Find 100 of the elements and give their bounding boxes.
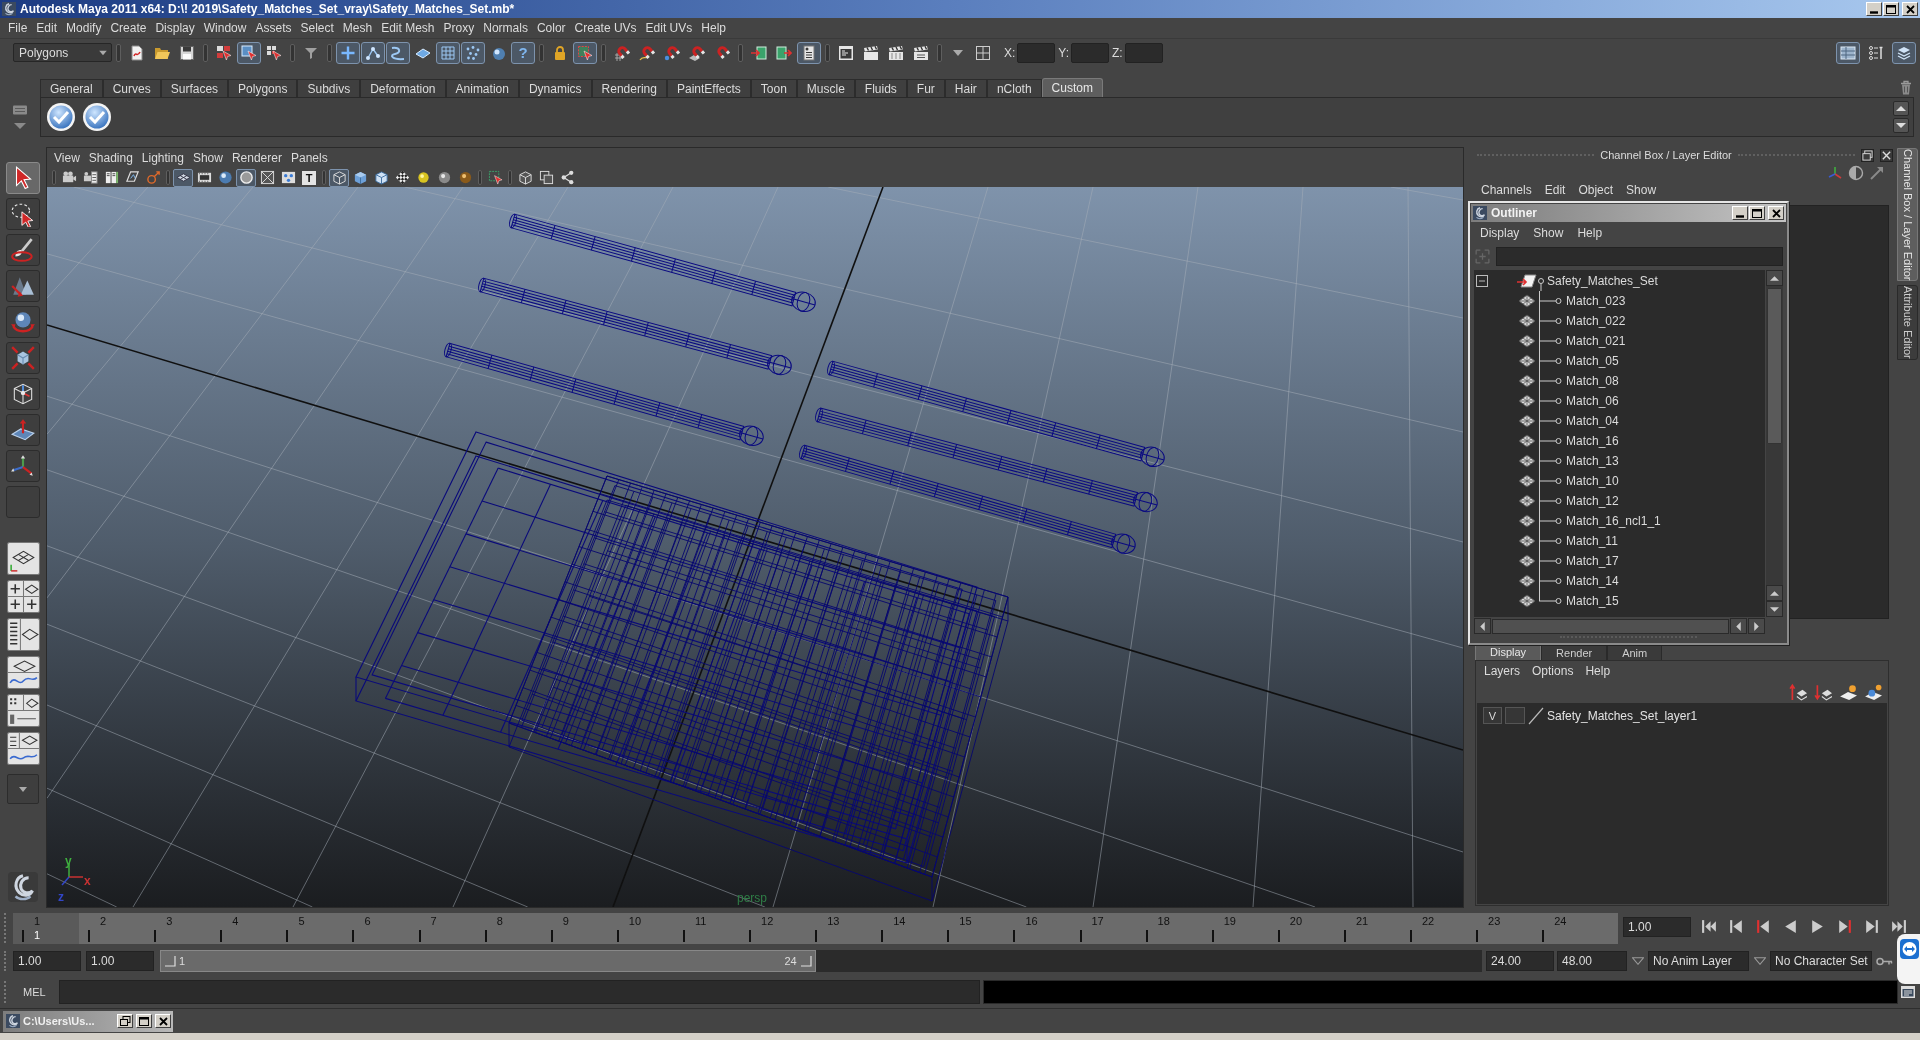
tool-button[interactable] [1836,41,1860,64]
menu-item[interactable]: Help [1577,226,1603,240]
stack-up-arrow-icon[interactable] [1789,683,1807,701]
script-editor-icon[interactable] [1900,985,1916,999]
menu-item[interactable]: Help [701,20,726,36]
shelf-tab[interactable]: Fluids [854,79,907,97]
coordinate-field[interactable] [1017,42,1056,63]
current-time-field[interactable]: 1.00 [1623,917,1691,937]
tool-button[interactable] [1892,41,1916,64]
playback-end-field[interactable]: 24.00 [1486,951,1554,971]
menu-item[interactable]: Proxy [443,20,475,36]
side-tab[interactable]: Channel Box / Layer Editor [1897,148,1918,282]
skip-to-end-icon[interactable] [1890,918,1907,935]
play-icon[interactable] [1809,918,1826,935]
more-layouts-button[interactable] [7,774,39,804]
tool-button[interactable] [361,41,385,64]
outliner-item[interactable]: Match_12 [1474,491,1765,511]
four-view-layout-icon[interactable] [6,580,40,613]
plane-sphere-icon[interactable] [1864,683,1882,701]
tool-button[interactable] [797,41,821,64]
scroll-up-button[interactable] [1766,270,1783,286]
scrollbar-thumb[interactable] [1767,288,1782,444]
half-circle-icon[interactable] [1848,165,1864,181]
menu-item[interactable]: Display [1480,226,1520,240]
scroll-left-button[interactable] [1474,618,1491,634]
layer-name[interactable]: Safety_Matches_Set_layer1 [1547,708,1698,723]
play-backward-icon[interactable] [1782,918,1799,935]
grip-handle[interactable] [539,43,544,62]
shelf-tab[interactable]: Subdivs [297,79,361,97]
maximize-button[interactable] [136,1014,152,1028]
grip-handle[interactable] [937,43,942,62]
menu-item[interactable]: Edit [1544,183,1566,197]
dotted-frame-icon[interactable] [1474,247,1491,265]
tool-button[interactable] [6,198,40,230]
tool-button[interactable] [329,168,349,187]
menu-item[interactable]: Modify [66,20,102,36]
outliner-item[interactable]: Match_15 [1474,591,1765,611]
menu-item[interactable]: Object [1578,183,1614,197]
menu-item[interactable]: Show [192,150,223,166]
maximize-button[interactable] [1749,206,1765,220]
menu-item[interactable]: Renderer [231,150,282,166]
outliner-item[interactable]: Match_022 [1474,311,1765,331]
shelf-tab[interactable]: Deformation [360,79,446,97]
minimize-button[interactable] [1732,206,1748,220]
outliner-item[interactable]: Safety_Matches_Set [1474,271,1765,291]
outliner-item[interactable]: Match_14 [1474,571,1765,591]
restore-button[interactable] [117,1014,133,1028]
multi-view-layout-icon[interactable] [6,732,40,765]
dropdown-arrow-icon[interactable] [1754,957,1766,965]
scroll-up-button[interactable] [1893,101,1909,116]
grip-handle[interactable] [327,43,332,62]
outliner-item[interactable]: Match_023 [1474,291,1765,311]
scroll-left-button[interactable] [1730,618,1747,634]
menu-item[interactable]: File [8,20,28,36]
playback-toggle[interactable] [1505,707,1525,724]
shelf-tab[interactable]: Curves [102,79,161,97]
step-back-icon[interactable] [1728,918,1745,935]
menu-item[interactable]: Layers [1484,664,1521,678]
menu-item[interactable]: Lighting [141,150,184,166]
menu-item[interactable]: Help [1585,664,1611,678]
coordinate-field[interactable] [1071,42,1110,63]
tool-button[interactable] [6,342,40,374]
tool-button[interactable] [6,270,40,302]
menu-item[interactable]: Mesh [342,20,373,36]
grip-handle[interactable] [825,43,830,62]
range-slider-bar[interactable]: 1 24 [160,950,816,972]
outliner-item[interactable]: Match_16 [1474,431,1765,451]
shelf-tab[interactable]: Hair [944,79,987,97]
shelf-tab[interactable]: General [40,79,103,97]
outliner-item[interactable]: Match_10 [1474,471,1765,491]
outliner-item[interactable]: Match_021 [1474,331,1765,351]
plane-dot-icon[interactable] [1839,683,1857,701]
start-time-field[interactable]: 1.00 [13,951,81,971]
menu-item[interactable]: Panels [290,150,328,166]
menu-item[interactable]: Edit Mesh [381,20,435,36]
trash-icon[interactable] [1898,79,1914,96]
grip-handle[interactable] [601,43,606,62]
menu-item[interactable]: Color [536,20,566,36]
axis-tripod-icon[interactable] [1827,165,1843,181]
menu-item[interactable]: Shading [88,150,133,166]
search-field[interactable] [1496,246,1783,266]
shelf-tab[interactable]: Toon [750,79,797,97]
shelf-tab[interactable]: Polygons [228,79,298,97]
tool-button[interactable] [6,234,40,266]
outliner-view-layout-icon[interactable] [6,618,40,651]
playback-start-field[interactable]: 1.00 [86,951,154,971]
collapse-toggle-icon[interactable] [1476,275,1488,287]
caret-icon[interactable] [12,120,28,132]
shelf-menu-icon[interactable] [12,103,28,117]
tool-button[interactable] [6,378,40,410]
step-forward-icon[interactable] [1863,918,1880,935]
grip-handle[interactable] [116,43,121,62]
outliner-item[interactable]: Match_11 [1474,531,1765,551]
outliner-item[interactable]: Match_04 [1474,411,1765,431]
next-key-icon[interactable] [1836,918,1853,935]
shelf-tab[interactable]: Fur [906,79,945,97]
skip-to-start-icon[interactable] [1701,918,1718,935]
menu-item[interactable]: Edit UVs [645,20,693,36]
shelf-tab[interactable]: Custom [1041,78,1103,97]
range-handle-icon[interactable] [164,955,176,967]
